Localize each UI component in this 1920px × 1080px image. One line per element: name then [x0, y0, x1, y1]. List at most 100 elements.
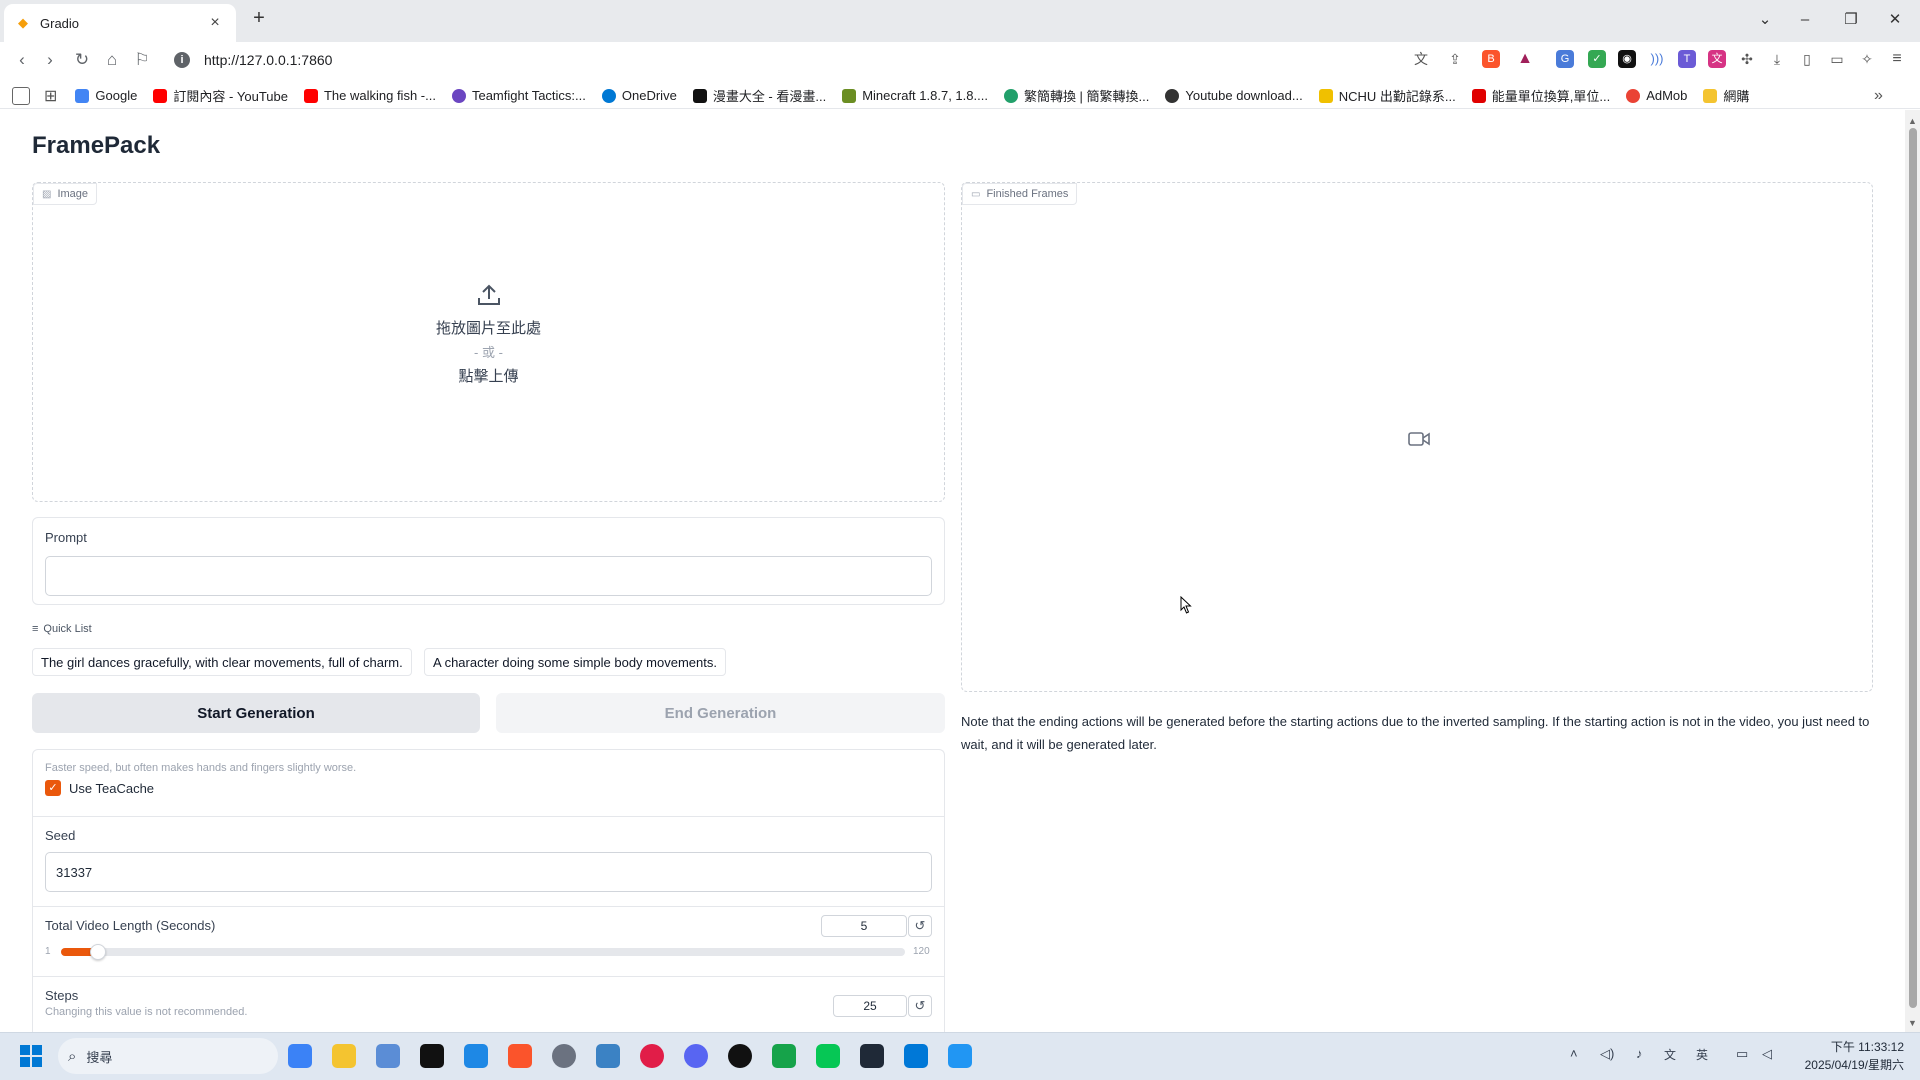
video-length-reset-icon[interactable]: ↺ [908, 915, 932, 937]
bookmark-item[interactable]: Teamfight Tactics:... [451, 88, 586, 103]
tdx-extension-icon[interactable]: T [1678, 50, 1696, 68]
notepad-icon[interactable] [772, 1044, 796, 1068]
tab-search-chevron-icon[interactable]: ⌄ [1750, 8, 1780, 32]
end-generation-button[interactable]: End Generation [496, 693, 945, 733]
back-icon[interactable]: ‹ [10, 49, 34, 71]
home-icon[interactable]: ⌂ [100, 49, 124, 71]
brave-shields-icon[interactable]: B [1482, 50, 1500, 68]
terminal-icon[interactable] [860, 1044, 884, 1068]
image-upload-area[interactable]: ▨ Image 拖放圖片至此處 - 或 - 點擊上傳 [32, 182, 945, 502]
steps-hint: Changing this value is not recommended. [45, 1006, 248, 1018]
site-info-icon[interactable]: i [174, 52, 190, 68]
bookmark-folder[interactable]: 網購 [1703, 86, 1749, 105]
bookmark-item[interactable]: 漫畫大全 - 看漫畫... [692, 86, 826, 105]
start-generation-button[interactable]: Start Generation [32, 693, 480, 733]
list-icon: ≡ [32, 623, 39, 635]
photos-icon[interactable] [596, 1044, 620, 1068]
menu-icon[interactable]: ≡ [1888, 50, 1906, 68]
clock-app-icon[interactable] [552, 1044, 576, 1068]
tray-chevron-icon[interactable]: ˄ [1570, 1046, 1578, 1061]
volume-tray-icon[interactable]: ◁) [1600, 1046, 1614, 1062]
bookmark-item[interactable]: 訂閱內容 - YouTube [153, 86, 288, 105]
prompt-label: Prompt [45, 530, 87, 545]
bookmark-item[interactable]: AdMob [1626, 88, 1687, 103]
more-bookmarks-icon[interactable]: » [1874, 87, 1883, 105]
scroll-up-icon[interactable]: ▲ [1908, 116, 1917, 126]
red-app-icon[interactable] [640, 1044, 664, 1068]
bookmark-item[interactable]: The walking fish -... [303, 88, 436, 103]
seed-input[interactable]: 31337 [45, 852, 932, 892]
leo-ai-icon[interactable]: ✧ [1858, 50, 1876, 68]
sidebar-toggle-icon[interactable] [12, 86, 30, 105]
adblock-extension-icon[interactable]: ✓ [1588, 50, 1606, 68]
bookmark-icon[interactable]: ⚐ [130, 49, 154, 71]
bookmark-item[interactable]: NCHU 出勤記錄系... [1318, 86, 1456, 105]
new-tab-button[interactable]: + [248, 8, 270, 30]
pink-extension-icon[interactable]: 文 [1708, 50, 1726, 68]
forward-icon[interactable]: › [38, 49, 62, 71]
word-icon[interactable] [464, 1044, 488, 1068]
taskbar-time[interactable]: 下午 11:33:12 [1786, 1038, 1904, 1055]
close-window-button[interactable]: ✕ [1880, 8, 1910, 32]
gamepad-extension-icon[interactable]: ◉ [1618, 50, 1636, 68]
discord-icon[interactable] [684, 1044, 708, 1068]
reload-icon[interactable]: ↻ [70, 49, 94, 71]
apps-grid-icon[interactable]: ⊞ [44, 86, 57, 106]
wallet-icon[interactable]: ▭ [1828, 50, 1846, 68]
minimize-button[interactable]: – [1790, 8, 1820, 32]
brave-rewards-icon[interactable]: ▲ [1516, 50, 1534, 68]
speaker-icon[interactable]: ◁ [1762, 1046, 1772, 1062]
paint-icon[interactable] [948, 1044, 972, 1068]
video-length-slider[interactable] [61, 944, 905, 960]
teacache-checkbox[interactable]: ✓ [45, 780, 61, 796]
tab-gradio[interactable]: ◆ Gradio × [4, 4, 236, 42]
video-length-slider-thumb[interactable] [89, 944, 106, 960]
calculator-icon[interactable] [376, 1044, 400, 1068]
teacache-checkbox-row[interactable]: ✓ Use TeaCache [45, 780, 154, 796]
ime-icon[interactable]: 文 [1664, 1046, 1676, 1063]
audio-extension-icon[interactable]: ))) [1648, 50, 1666, 68]
tab-title: Gradio [40, 15, 80, 31]
brave-browser-icon[interactable] [508, 1044, 532, 1068]
close-tab-icon[interactable]: × [206, 14, 224, 32]
restore-button[interactable]: ❐ [1836, 8, 1866, 32]
microphone-icon[interactable]: ♪ [1636, 1046, 1643, 1061]
steps-reset-icon[interactable]: ↺ [908, 995, 932, 1017]
video-length-number-input[interactable]: 5 [821, 915, 907, 937]
vscode-icon[interactable] [904, 1044, 928, 1068]
address-bar[interactable]: i http://127.0.0.1:7860 [170, 46, 1400, 74]
bookmark-item[interactable]: Google [75, 88, 137, 103]
steps-number-input[interactable]: 25 [833, 995, 907, 1017]
bookmark-item[interactable]: 能量單位換算,單位... [1471, 86, 1610, 105]
translate-extension-icon[interactable]: G [1556, 50, 1574, 68]
bookmark-item[interactable]: Youtube download... [1165, 88, 1303, 103]
widgets-icon[interactable] [288, 1044, 312, 1068]
share-icon[interactable]: ⇪ [1446, 50, 1464, 68]
translate-icon[interactable]: 文 [1412, 50, 1430, 68]
bookmark-item[interactable]: 繁簡轉換 | 簡繁轉換... [1003, 86, 1149, 105]
page-scrollbar-thumb[interactable] [1909, 128, 1917, 1008]
minecraft-icon [842, 88, 857, 103]
quick-list-item[interactable]: A character doing some simple body movem… [424, 648, 726, 676]
line-icon[interactable] [816, 1044, 840, 1068]
scroll-down-icon[interactable]: ▼ [1908, 1018, 1917, 1028]
start-button[interactable] [20, 1045, 42, 1067]
obs-icon[interactable] [728, 1044, 752, 1068]
sidebar-icon[interactable]: ▯ [1798, 50, 1816, 68]
file-explorer-icon[interactable] [332, 1044, 356, 1068]
download-icon[interactable]: ⤓ [1768, 50, 1786, 68]
prompt-input[interactable] [45, 556, 932, 596]
taskbar-date[interactable]: 2025/04/19/星期六 [1786, 1056, 1904, 1073]
google-icon [75, 88, 90, 103]
quick-list-item[interactable]: The girl dances gracefully, with clear m… [32, 648, 412, 676]
media-player-icon[interactable] [420, 1044, 444, 1068]
mouse-cursor-icon [1180, 595, 1192, 619]
taskbar-search-box[interactable]: ⌕ 搜尋 [58, 1038, 278, 1074]
network-icon[interactable]: ▭ [1736, 1046, 1748, 1062]
upload-drop-text: 拖放圖片至此處 [435, 320, 541, 337]
bookmark-item[interactable]: OneDrive [601, 88, 677, 103]
bookmark-item[interactable]: Minecraft 1.8.7, 1.8.... [842, 88, 988, 103]
unit-converter-icon [1471, 88, 1486, 103]
keyboard-icon[interactable]: 英 [1696, 1046, 1708, 1063]
extensions-puzzle-icon[interactable]: ✣ [1738, 50, 1756, 68]
